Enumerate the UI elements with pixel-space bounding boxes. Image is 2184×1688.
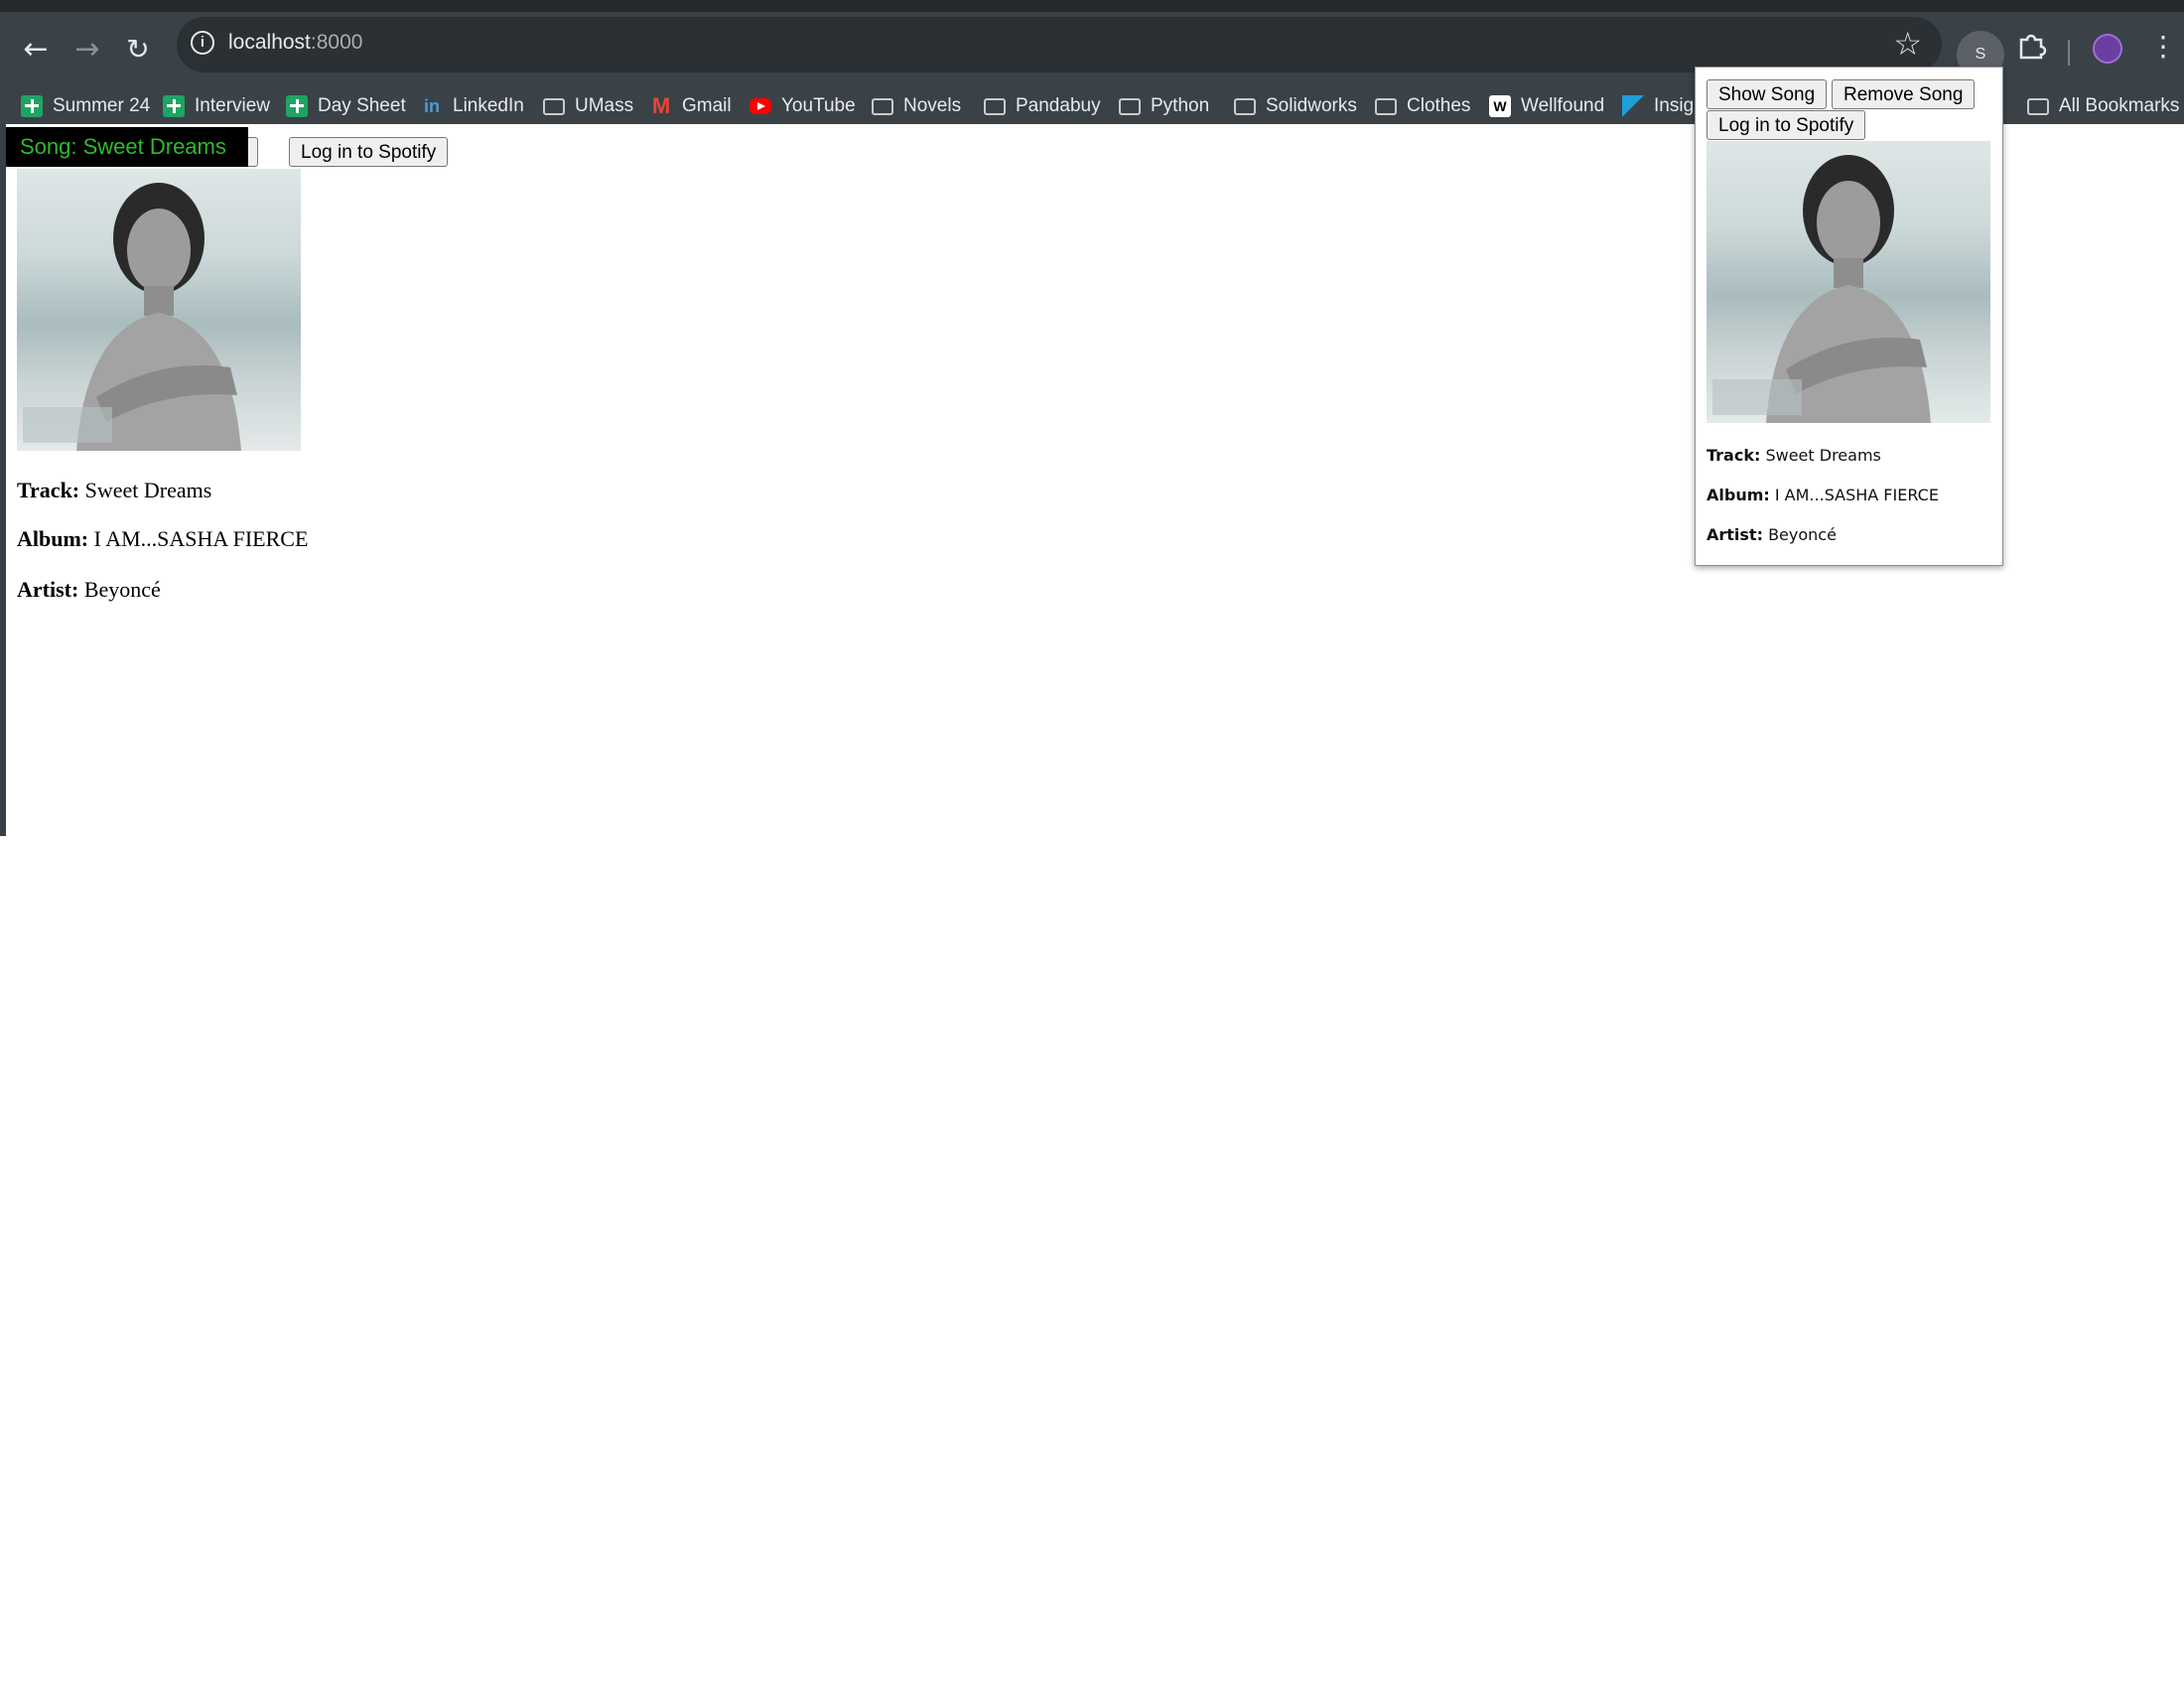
bookmark-wellfound[interactable]: W Wellfound [1489,91,1604,121]
track-label: Track: [17,478,80,502]
folder-icon [1119,97,1141,115]
album-cover-image [17,169,301,451]
bookmark-pandabuy[interactable]: Pandabuy [984,91,1101,121]
insight-icon [1622,95,1644,117]
bookmark-label: UMass [575,95,634,116]
window-top-strip [0,0,2184,12]
album-label: Album: [17,526,89,551]
sheets-icon [21,95,43,117]
bookmark-label: Solidworks [1266,95,1357,116]
bookmark-label: Pandabuy [1016,95,1101,116]
artist-label: Artist: [17,577,79,602]
url-port: :8000 [310,31,363,54]
folder-icon [543,97,565,115]
address-bar[interactable]: i localhost:8000 ☆ [177,17,1942,72]
bookmark-novels[interactable]: Novels [872,91,961,121]
song-overlay: Song: Sweet Dreams [6,127,248,167]
puzzle-icon[interactable] [2015,30,2047,62]
popup-album-cover-image [1706,141,1990,423]
bookmark-label: Novels [903,95,962,116]
popup-album-field: Album: I AM...SASHA FIERCE [1706,486,1939,504]
popup-album-cover-art [1712,155,1931,423]
linkedin-icon: in [421,95,443,117]
track-field: Track: Sweet Dreams [17,478,211,503]
info-icon[interactable]: i [191,31,214,55]
bookmark-clothes[interactable]: Clothes [1375,91,1470,121]
popup-artist-field: Artist: Beyoncé [1706,525,1837,544]
bookmark-youtube[interactable]: YouTube [750,91,856,121]
gmail-icon: M [651,93,671,118]
back-arrow-icon[interactable]: ← [14,28,58,71]
url-text[interactable]: localhost:8000 [228,31,362,55]
star-icon[interactable]: ☆ [1893,25,1922,63]
popup-album-label: Album: [1706,486,1770,504]
folder-icon [984,97,1006,115]
popup-track-value: Sweet Dreams [1765,446,1881,465]
bookmark-day-sheet[interactable]: Day Sheet [286,91,406,121]
extension-popup: Show Song Remove Song Log in to Spotify … [1695,67,2003,566]
bookmark-linkedin[interactable]: in LinkedIn [421,91,524,121]
bookmark-label: Python [1151,95,1210,116]
sheets-icon [286,95,308,117]
folder-icon [2027,97,2049,115]
toolbar-separator [2068,40,2070,66]
bookmark-insight[interactable]: Insigh [1622,91,1705,121]
popup-login-spotify-button[interactable]: Log in to Spotify [1706,110,1866,140]
album-cover-art [23,183,241,451]
kebab-menu-icon[interactable]: ⋮ [2149,30,2177,63]
youtube-icon [750,98,771,114]
folder-icon [872,97,893,115]
artist-field: Artist: Beyoncé [17,577,161,603]
bookmark-summer-24[interactable]: Summer 24 [21,91,150,121]
bookmark-umass[interactable]: UMass [543,91,633,121]
album-field: Album: I AM...SASHA FIERCE [17,526,308,552]
artist-value: Beyoncé [83,577,161,602]
bookmark-gmail[interactable]: M Gmail [650,91,732,121]
bookmark-label: YouTube [781,95,856,116]
sheets-icon [163,95,185,117]
bookmark-python[interactable]: Python [1119,91,1209,121]
popup-artist-value: Beyoncé [1768,525,1837,544]
forward-arrow-icon[interactable]: → [66,28,109,71]
bookmark-solidworks[interactable]: Solidworks [1234,91,1357,121]
bookmark-all-bookmarks[interactable]: All Bookmarks [2027,91,2179,121]
reload-icon[interactable]: ↻ [116,28,160,71]
remove-song-button[interactable]: Remove Song [1832,79,1976,109]
bookmark-label: Wellfound [1521,95,1605,116]
popup-artist-label: Artist: [1706,525,1763,544]
bookmark-label: Clothes [1407,95,1471,116]
popup-album-value: I AM...SASHA FIERCE [1774,486,1939,504]
wellfound-icon: W [1489,95,1511,117]
url-host: localhost [228,31,311,54]
login-spotify-button[interactable]: Log in to Spotify [289,137,449,167]
avatar[interactable] [2093,34,2122,64]
track-value: Sweet Dreams [84,478,212,502]
bookmark-label: Gmail [682,95,732,116]
folder-icon [1234,97,1256,115]
bookmark-label: All Bookmarks [2059,95,2180,116]
bookmark-label: LinkedIn [453,95,524,116]
bookmark-label: Day Sheet [318,95,406,116]
album-value: I AM...SASHA FIERCE [93,526,309,551]
bookmark-interview[interactable]: Interview [163,91,270,121]
bookmark-label: Interview [195,95,271,116]
popup-track-label: Track: [1706,446,1761,465]
folder-icon [1375,97,1397,115]
bookmark-label: Summer 24 [53,95,151,116]
show-song-button[interactable]: Show Song [1706,79,1828,109]
popup-track-field: Track: Sweet Dreams [1706,446,1881,465]
